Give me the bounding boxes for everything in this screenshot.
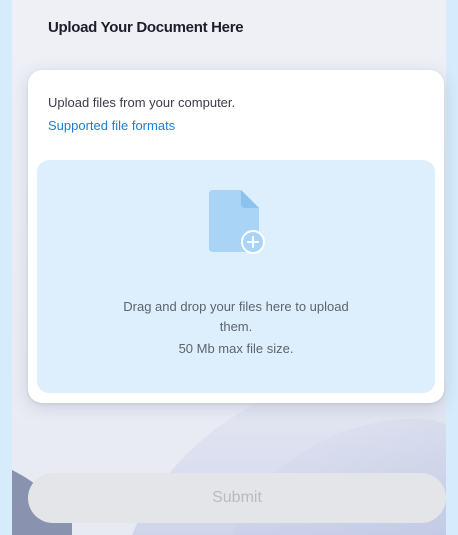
upload-card: Upload files from your computer. Support… xyxy=(28,70,444,403)
submit-button[interactable]: Submit xyxy=(28,473,446,523)
file-add-icon xyxy=(209,190,265,254)
dropzone-instruction: Drag and drop your files here to upload xyxy=(123,299,349,314)
max-file-size-note: 50 Mb max file size. xyxy=(178,341,294,356)
upload-intro-text: Upload files from your computer. xyxy=(48,95,236,110)
file-dropzone[interactable]: Drag and drop your files here to upload … xyxy=(37,160,435,393)
page-title: Upload Your Document Here xyxy=(48,19,244,36)
dropzone-instruction-continued: them. xyxy=(219,319,253,334)
supported-formats-link[interactable]: Supported file formats xyxy=(48,118,175,133)
